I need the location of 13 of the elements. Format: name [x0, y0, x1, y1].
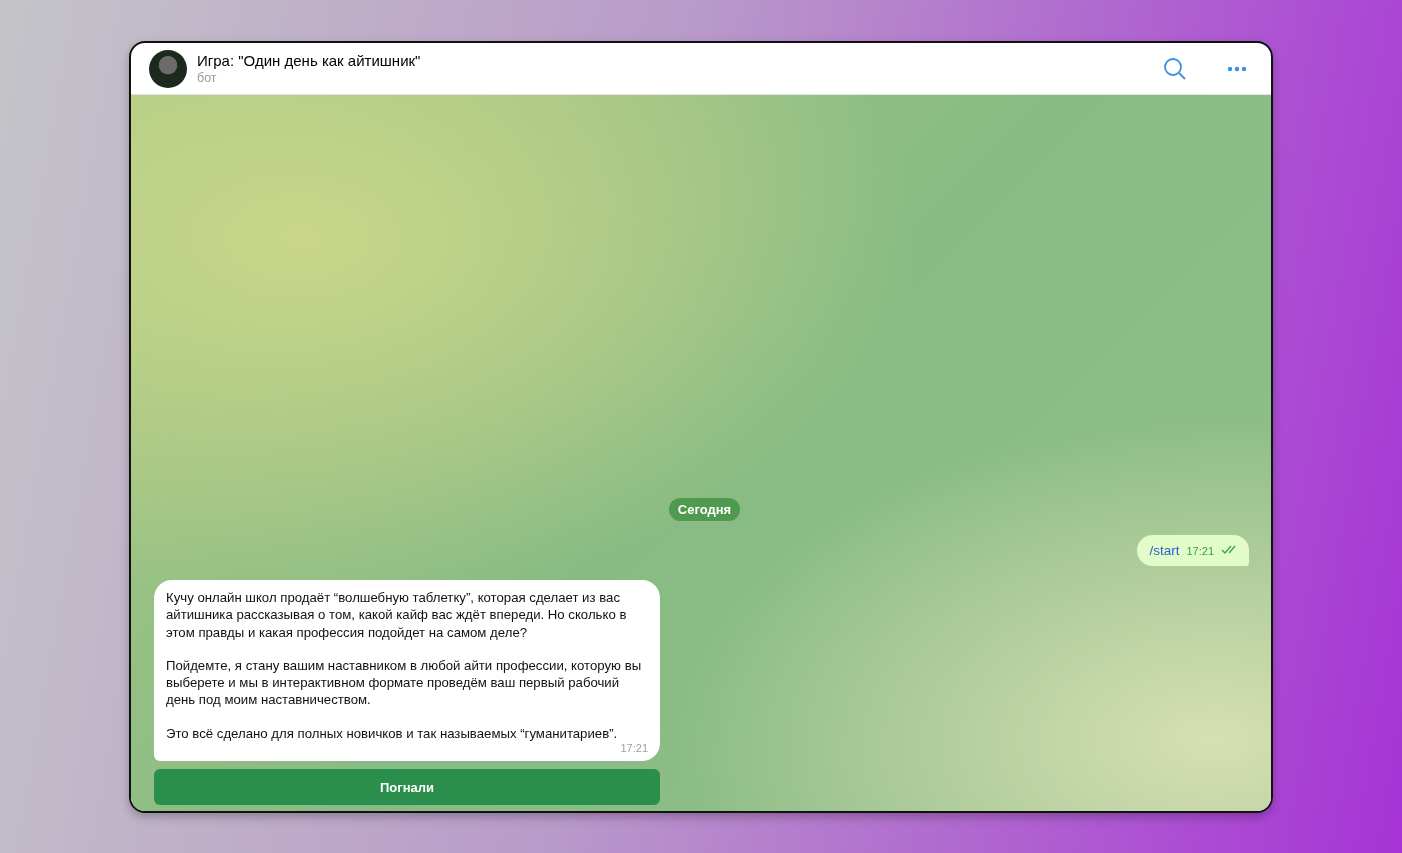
message-paragraph: Это всё сделано для полных новичков и так называемых “гуманитариев”.: [166, 724, 619, 742]
search-icon: [1163, 56, 1187, 81]
message-paragraph: Пойдемте, я стану вашим наставником в любой айти профессии, которую вы выберете и мы в интерактивном формате проведём ваш первый рабочий день под моим наставничеством.: [166, 656, 643, 709]
chat-subtitle: бот: [197, 71, 218, 85]
keyboard-button[interactable]: Погнали: [154, 769, 660, 805]
avatar: [149, 49, 187, 88]
message-time: 17:21: [620, 742, 648, 754]
chat-title: Игра: "Один день как айтишник": [197, 52, 422, 69]
more-icon: [1227, 65, 1247, 72]
date-divider: Сегодня: [668, 497, 741, 521]
message-paragraph: Кучу онлайн школ продаёт “волшебную таблетку”, которая сделает из вас айтишника рассказывая о том, какой кайф вас ждёт впереди. Но сколько в этом правды и какая профессия подойдет на самом деле?: [166, 588, 628, 641]
message-time: 17:21: [1186, 544, 1214, 557]
command-link[interactable]: /start: [1149, 542, 1180, 558]
